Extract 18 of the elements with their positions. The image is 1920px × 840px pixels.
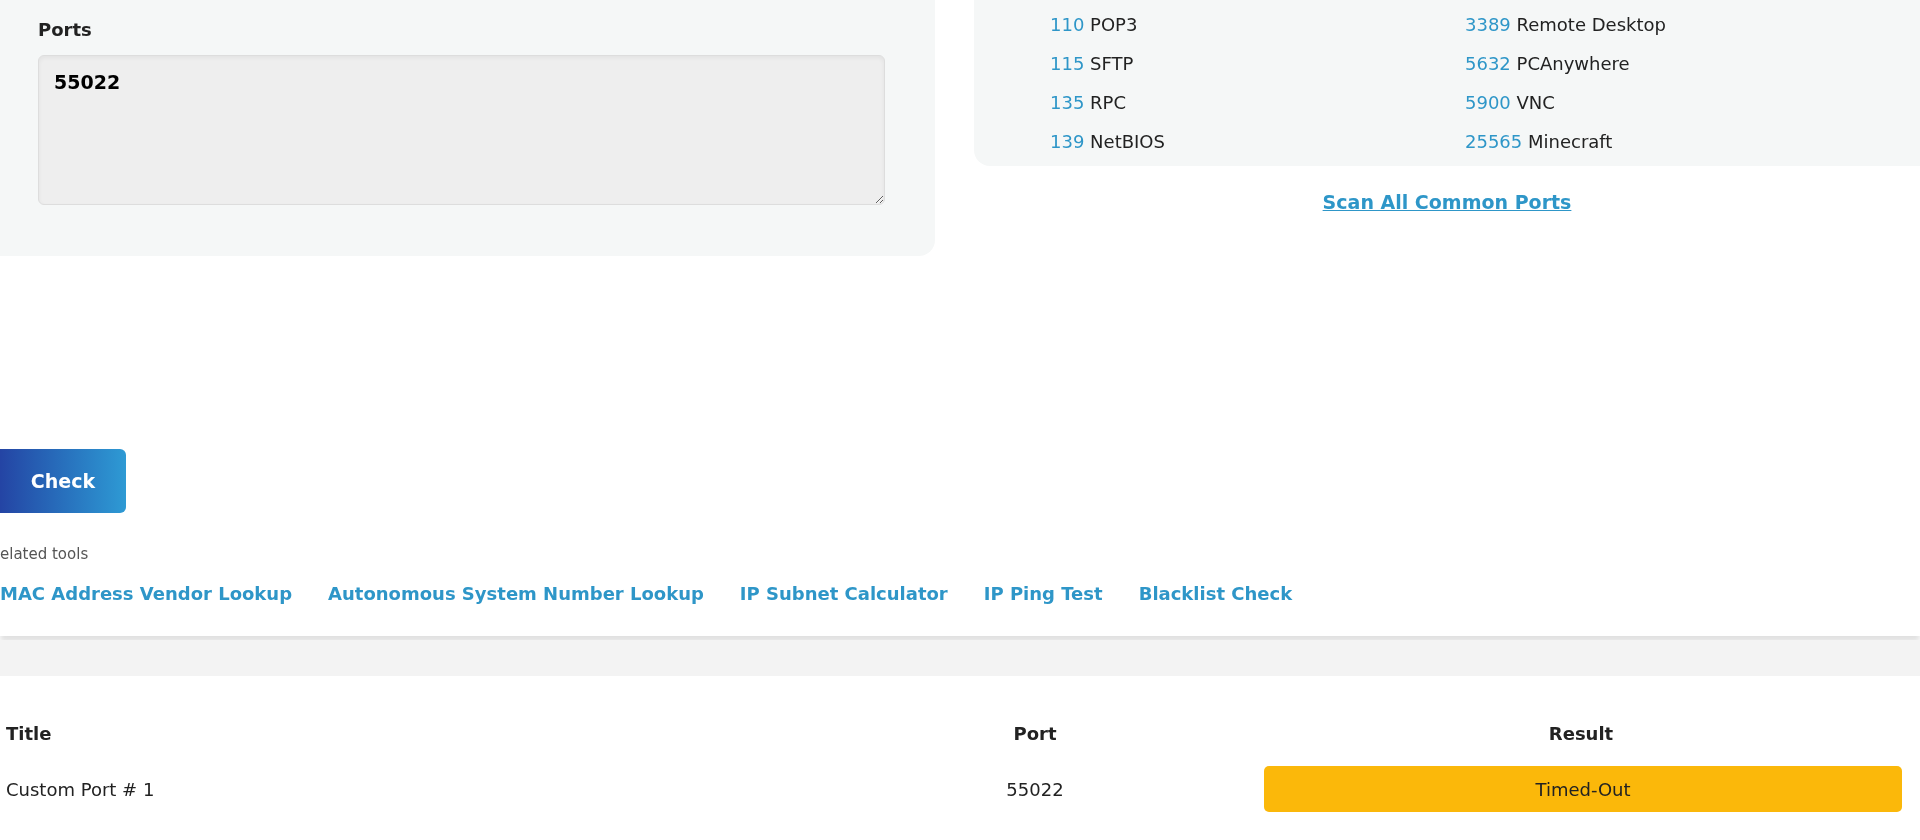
port-link[interactable]: 110 POP3 — [1050, 11, 1465, 38]
table-cell-text: 55022 — [1005, 777, 1065, 802]
column-header: Title — [5, 722, 53, 746]
port-link[interactable]: 135 RPC — [1050, 89, 1465, 116]
column-header: Port — [1012, 722, 1058, 746]
port-link[interactable]: 5900 VNC — [1465, 89, 1880, 116]
check-button[interactable]: Check — [0, 449, 126, 513]
port-link[interactable]: 25565 Minecraft — [1465, 128, 1880, 155]
result-badge: Timed-Out — [1264, 766, 1902, 812]
related-tools-label: elated tools — [0, 544, 90, 565]
ports-field[interactable]: 55022 — [38, 55, 885, 205]
ports-label: Ports — [38, 18, 93, 42]
port-link[interactable]: 3389 Remote Desktop — [1465, 11, 1880, 38]
port-link[interactable]: 139 NetBIOS — [1050, 128, 1465, 155]
table-cell-text: Custom Port # 1 — [5, 777, 156, 802]
port-link[interactable]: 115 SFTP — [1050, 50, 1465, 77]
port-link[interactable]: 5632 PCAnywhere — [1465, 50, 1880, 77]
column-header: Result — [1547, 722, 1615, 746]
